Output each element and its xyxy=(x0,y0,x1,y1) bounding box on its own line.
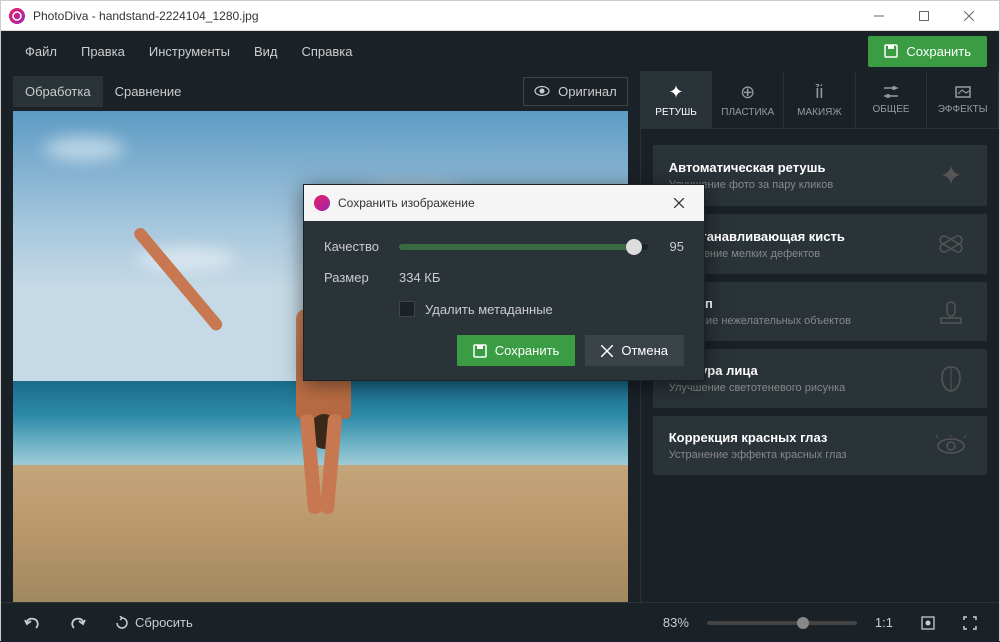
window-controls xyxy=(856,1,991,31)
effects-icon xyxy=(954,84,972,100)
face-icon xyxy=(931,364,971,394)
dialog-cancel-button[interactable]: Отмена xyxy=(585,335,684,366)
tool-card-red-eye[interactable]: Коррекция красных глаз Устранение эффект… xyxy=(653,416,987,475)
quality-value: 95 xyxy=(648,239,684,254)
tool-card-title: Фактура лица xyxy=(669,363,931,378)
reset-icon xyxy=(115,616,129,630)
tool-tab-label: ПЛАСТИКА xyxy=(721,107,774,118)
dialog-title: Сохранить изображение xyxy=(338,196,664,210)
stamp-icon xyxy=(931,298,971,326)
metadata-label: Удалить метаданные xyxy=(425,302,553,317)
tool-tab-makeup[interactable]: ỉi МАКИЯЖ xyxy=(784,71,856,128)
bottombar: Сбросить 83% 1:1 xyxy=(1,602,999,642)
menu-file[interactable]: Файл xyxy=(13,38,69,65)
dialog-save-button[interactable]: Сохранить xyxy=(457,335,576,366)
sliders-icon xyxy=(882,84,900,100)
window-title: PhotoDiva - handstand-2224104_1280.jpg xyxy=(33,9,856,23)
zoom-slider[interactable] xyxy=(707,621,857,625)
save-button-label: Сохранить xyxy=(906,44,971,59)
app-icon xyxy=(314,195,330,211)
minimize-button[interactable] xyxy=(856,1,901,31)
dialog-buttons: Сохранить Отмена xyxy=(324,335,684,366)
quality-row: Качество 95 xyxy=(324,239,684,254)
minimize-icon xyxy=(874,11,884,21)
dialog-cancel-label: Отмена xyxy=(621,343,668,358)
quality-thumb[interactable] xyxy=(626,239,642,255)
tool-tab-label: МАКИЯЖ xyxy=(797,107,841,118)
tab-processing[interactable]: Обработка xyxy=(13,76,103,107)
menu-tools[interactable]: Инструменты xyxy=(137,38,242,65)
close-icon xyxy=(674,198,684,208)
dialog-save-label: Сохранить xyxy=(495,343,560,358)
original-toggle[interactable]: Оригинал xyxy=(523,77,628,106)
size-value: 334 КБ xyxy=(399,270,440,285)
zoom-thumb[interactable] xyxy=(797,617,809,629)
tool-card-title: Автоматическая ретушь xyxy=(669,160,931,175)
save-icon xyxy=(884,44,898,58)
save-button[interactable]: Сохранить xyxy=(868,36,987,67)
tool-tabs: ✦ РЕТУШЬ ⊕ ПЛАСТИКА ỉi МАКИЯЖ ОБЩЕЕ xyxy=(641,71,999,129)
menu-edit[interactable]: Правка xyxy=(69,38,137,65)
tool-tab-label: РЕТУШЬ xyxy=(655,107,697,118)
reset-label: Сбросить xyxy=(135,615,193,630)
tool-card-subtitle: Улучшение светотеневого рисунка xyxy=(669,382,931,394)
tool-tab-label: ОБЩЕЕ xyxy=(872,104,909,115)
tool-card-title: Штамп xyxy=(669,296,931,311)
menu-view[interactable]: Вид xyxy=(242,38,290,65)
close-icon xyxy=(964,11,974,21)
size-label: Размер xyxy=(324,270,399,285)
quality-label: Качество xyxy=(324,239,399,254)
menu-help[interactable]: Справка xyxy=(289,38,364,65)
eye-icon xyxy=(931,435,971,457)
tool-card-title: Коррекция красных глаз xyxy=(669,430,931,445)
tool-tab-sculpt[interactable]: ⊕ ПЛАСТИКА xyxy=(712,71,784,128)
original-toggle-label: Оригинал xyxy=(558,84,617,99)
redo-button[interactable] xyxy=(59,610,97,636)
save-dialog: Сохранить изображение Качество 95 Размер… xyxy=(303,184,705,381)
bandage-icon xyxy=(931,228,971,260)
makeup-icon: ỉi xyxy=(815,82,823,103)
tool-tab-effects[interactable]: ЭФФЕКТЫ xyxy=(927,71,999,128)
image-top-bar: Обработка Сравнение Оригинал xyxy=(1,71,640,111)
redo-icon xyxy=(69,616,87,630)
tool-card-subtitle: Удаление нежелательных объектов xyxy=(669,315,931,327)
tool-card-subtitle: Улучшение фото за пару кликов xyxy=(669,179,931,191)
undo-icon xyxy=(23,616,41,630)
metadata-checkbox[interactable] xyxy=(399,301,415,317)
tool-tab-retouch[interactable]: ✦ РЕТУШЬ xyxy=(641,71,713,128)
save-icon xyxy=(473,344,487,358)
fit-icon xyxy=(921,616,935,630)
dialog-titlebar[interactable]: Сохранить изображение xyxy=(304,185,704,221)
app-icon xyxy=(9,8,25,24)
titlebar: PhotoDiva - handstand-2224104_1280.jpg xyxy=(1,1,999,31)
sparkle-icon: ✦ xyxy=(931,159,971,192)
fullscreen-button[interactable] xyxy=(953,610,987,636)
sculpt-icon: ⊕ xyxy=(740,82,755,103)
retouch-icon: ✦ xyxy=(669,82,684,103)
tool-card-subtitle: Устранение мелких дефектов xyxy=(669,248,931,260)
close-button[interactable] xyxy=(946,1,991,31)
tool-card-subtitle: Устранение эффекта красных глаз xyxy=(669,449,931,461)
tool-tab-label: ЭФФЕКТЫ xyxy=(938,104,988,115)
dialog-body: Качество 95 Размер 334 КБ Удалить метада… xyxy=(304,221,704,380)
maximize-icon xyxy=(919,11,929,21)
eye-icon xyxy=(534,85,550,97)
metadata-checkbox-row[interactable]: Удалить метаданные xyxy=(399,301,684,317)
dialog-close-button[interactable] xyxy=(664,188,694,218)
zoom-ratio-button[interactable]: 1:1 xyxy=(865,609,903,636)
quality-slider[interactable] xyxy=(399,244,648,250)
tool-tab-general[interactable]: ОБЩЕЕ xyxy=(856,71,928,128)
fit-button[interactable] xyxy=(911,610,945,636)
close-icon xyxy=(601,345,613,357)
undo-button[interactable] xyxy=(13,610,51,636)
menubar: Файл Правка Инструменты Вид Справка Сохр… xyxy=(1,31,999,71)
tool-card-title: Восстанавливающая кисть xyxy=(669,229,931,244)
tab-comparison[interactable]: Сравнение xyxy=(103,76,194,107)
reset-button[interactable]: Сбросить xyxy=(105,609,203,636)
size-row: Размер 334 КБ xyxy=(324,270,684,285)
maximize-button[interactable] xyxy=(901,1,946,31)
fullscreen-icon xyxy=(963,616,977,630)
zoom-value[interactable]: 83% xyxy=(653,609,699,636)
